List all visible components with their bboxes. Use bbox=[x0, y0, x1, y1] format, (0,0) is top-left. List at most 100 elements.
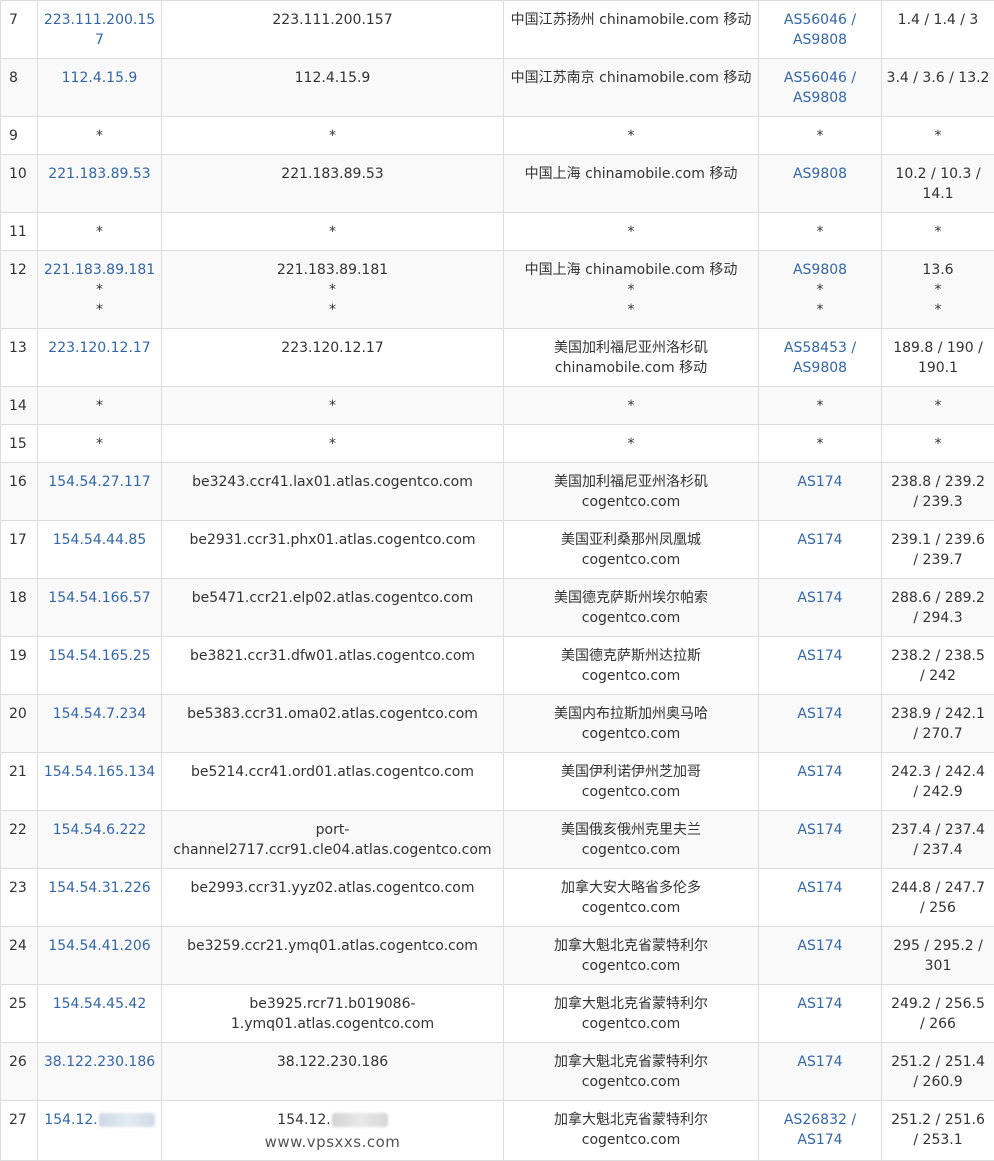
asn: AS58453 /AS9808 bbox=[759, 329, 882, 387]
latency-value: / 294.3 bbox=[913, 610, 962, 626]
latency: 249.2 / 256.5 / 266 bbox=[882, 985, 994, 1043]
ip-address-link[interactable]: 112.4.15.9 bbox=[42, 68, 157, 88]
hostname: 223.111.200.157 bbox=[162, 1, 504, 59]
asn-link[interactable]: AS174 bbox=[763, 646, 877, 666]
ip-address-link[interactable]: 154.12. bbox=[42, 1110, 157, 1130]
asn-value: AS174 bbox=[797, 764, 842, 780]
hostname: 223.120.12.17 bbox=[162, 329, 504, 387]
ip-address-value: 154.54.165.134 bbox=[44, 764, 155, 780]
asn: AS174 bbox=[759, 985, 882, 1043]
ip-address-link[interactable]: 221.183.89.53 bbox=[42, 164, 157, 184]
location-value: 美国亚利桑那州凤凰城 bbox=[561, 532, 701, 548]
asn-link[interactable]: AS174 bbox=[763, 530, 877, 550]
hostname-text: 223.111.200.157 bbox=[166, 10, 499, 30]
latency-value: / 239.7 bbox=[913, 552, 962, 568]
ip-address-link[interactable]: 221.183.89.181 bbox=[42, 260, 157, 280]
location-text: cogentco.com bbox=[508, 608, 754, 628]
asn-link[interactable]: AS56046 / bbox=[763, 10, 877, 30]
location-value: 中国上海 chinamobile.com 移动 bbox=[525, 262, 738, 278]
ip-address-value: 154.54.41.206 bbox=[48, 938, 150, 954]
asn-link[interactable]: AS9808 bbox=[763, 260, 877, 280]
location-text: 美国内布拉斯加州奥马哈 bbox=[508, 704, 754, 724]
location-value: * bbox=[628, 398, 635, 414]
location: 美国德克萨斯州埃尔帕索cogentco.com bbox=[504, 579, 759, 637]
asn-link[interactable]: AS174 bbox=[763, 994, 877, 1014]
asn-link[interactable]: AS174 bbox=[763, 762, 877, 782]
hostname-value: 223.111.200.157 bbox=[272, 12, 392, 28]
latency-value: 251.2 / 251.6 bbox=[891, 1112, 985, 1128]
latency-value: 251.2 / 251.4 bbox=[891, 1054, 985, 1070]
location-text: cogentco.com bbox=[508, 840, 754, 860]
latency-text: / 266 bbox=[886, 1014, 990, 1034]
asn-link[interactable]: AS174 bbox=[763, 1052, 877, 1072]
ip-address-link[interactable]: 154.54.45.42 bbox=[42, 994, 157, 1014]
latency-text: 251.2 / 251.6 bbox=[886, 1110, 990, 1130]
ip-address-value: 38.122.230.186 bbox=[44, 1054, 155, 1070]
ip-address-value: 154.54.45.42 bbox=[53, 996, 147, 1012]
hop-row: 17154.54.44.85be2931.ccr31.phx01.atlas.c… bbox=[1, 521, 994, 579]
asn-link[interactable]: AS9808 bbox=[763, 358, 877, 378]
latency-text: / 239.3 bbox=[886, 492, 990, 512]
ip-address-link[interactable]: 223.111.200.157 bbox=[42, 10, 157, 50]
asn-link[interactable]: AS56046 / bbox=[763, 68, 877, 88]
hostname-value: be3821.ccr31.dfw01.atlas.cogentco.com bbox=[190, 648, 475, 664]
location-value: * bbox=[628, 128, 635, 144]
asn-link[interactable]: AS174 bbox=[763, 936, 877, 956]
asn-link[interactable]: AS26832 / bbox=[763, 1110, 877, 1130]
location-value: 加拿大魁北克省蒙特利尔 bbox=[554, 1112, 708, 1128]
location-text: 美国德克萨斯州达拉斯 bbox=[508, 646, 754, 666]
latency-value: 238.8 / 239.2 bbox=[891, 474, 985, 490]
ip-address: * bbox=[38, 213, 162, 251]
latency-text: 237.4 / 237.4 bbox=[886, 820, 990, 840]
ip-address-link[interactable]: 154.54.7.234 bbox=[42, 704, 157, 724]
ip-address-link[interactable]: 154.54.31.226 bbox=[42, 878, 157, 898]
ip-address-link[interactable]: 154.54.44.85 bbox=[42, 530, 157, 550]
hostname-text: * bbox=[166, 222, 499, 242]
location-value: 加拿大魁北克省蒙特利尔 bbox=[554, 938, 708, 954]
ip-address-link[interactable]: 154.54.165.25 bbox=[42, 646, 157, 666]
latency-text: / 242 bbox=[886, 666, 990, 686]
asn-link[interactable]: AS174 bbox=[763, 588, 877, 608]
ip-address: 154.54.45.42 bbox=[38, 985, 162, 1043]
location: 加拿大安大略省多伦多cogentco.com bbox=[504, 869, 759, 927]
hop-row: 15***** bbox=[1, 425, 994, 463]
latency-text: 242.3 / 242.4 bbox=[886, 762, 990, 782]
ip-address-link[interactable]: 154.54.6.222 bbox=[42, 820, 157, 840]
asn-link[interactable]: AS58453 / bbox=[763, 338, 877, 358]
ip-address-link[interactable]: 154.54.166.57 bbox=[42, 588, 157, 608]
location-text: 加拿大魁北克省蒙特利尔 bbox=[508, 1110, 754, 1130]
latency-value: 10.2 / 10.3 / bbox=[895, 166, 980, 182]
ip-address-text: * bbox=[42, 434, 157, 454]
asn: AS174 bbox=[759, 521, 882, 579]
location-value: 中国上海 chinamobile.com 移动 bbox=[525, 166, 738, 182]
ip-address: 38.122.230.186 bbox=[38, 1043, 162, 1101]
ip-address: 154.54.27.117 bbox=[38, 463, 162, 521]
asn-link[interactable]: AS174 bbox=[763, 878, 877, 898]
latency-text: / 270.7 bbox=[886, 724, 990, 744]
ip-address-value: * bbox=[96, 282, 103, 298]
latency: * bbox=[882, 425, 994, 463]
ip-address-link[interactable]: 38.122.230.186 bbox=[42, 1052, 157, 1072]
hostname: be5214.ccr41.ord01.atlas.cogentco.com bbox=[162, 753, 504, 811]
hostname-value: be5214.ccr41.ord01.atlas.cogentco.com bbox=[191, 764, 474, 780]
ip-address: 154.54.41.206 bbox=[38, 927, 162, 985]
asn-link[interactable]: AS174 bbox=[763, 1130, 877, 1150]
hop-number: 16 bbox=[1, 463, 38, 521]
ip-address-link[interactable]: 154.54.27.117 bbox=[42, 472, 157, 492]
latency-value: * bbox=[935, 224, 942, 240]
latency-value: 249.2 / 256.5 bbox=[891, 996, 985, 1012]
ip-address-link[interactable]: 154.54.165.134 bbox=[42, 762, 157, 782]
latency-value: 301 bbox=[925, 958, 952, 974]
asn-link[interactable]: AS9808 bbox=[763, 30, 877, 50]
location-value: * bbox=[628, 282, 635, 298]
ip-address-link[interactable]: 154.54.41.206 bbox=[42, 936, 157, 956]
ip-address-value: 112.4.15.9 bbox=[62, 70, 138, 86]
location-text: 美国加利福尼亚州洛杉矶 bbox=[508, 338, 754, 358]
asn-link[interactable]: AS9808 bbox=[763, 164, 877, 184]
asn-link[interactable]: AS9808 bbox=[763, 88, 877, 108]
asn-link[interactable]: AS174 bbox=[763, 820, 877, 840]
ip-address-link[interactable]: 223.120.12.17 bbox=[42, 338, 157, 358]
hop-row: 11***** bbox=[1, 213, 994, 251]
asn-link[interactable]: AS174 bbox=[763, 472, 877, 492]
asn-link[interactable]: AS174 bbox=[763, 704, 877, 724]
